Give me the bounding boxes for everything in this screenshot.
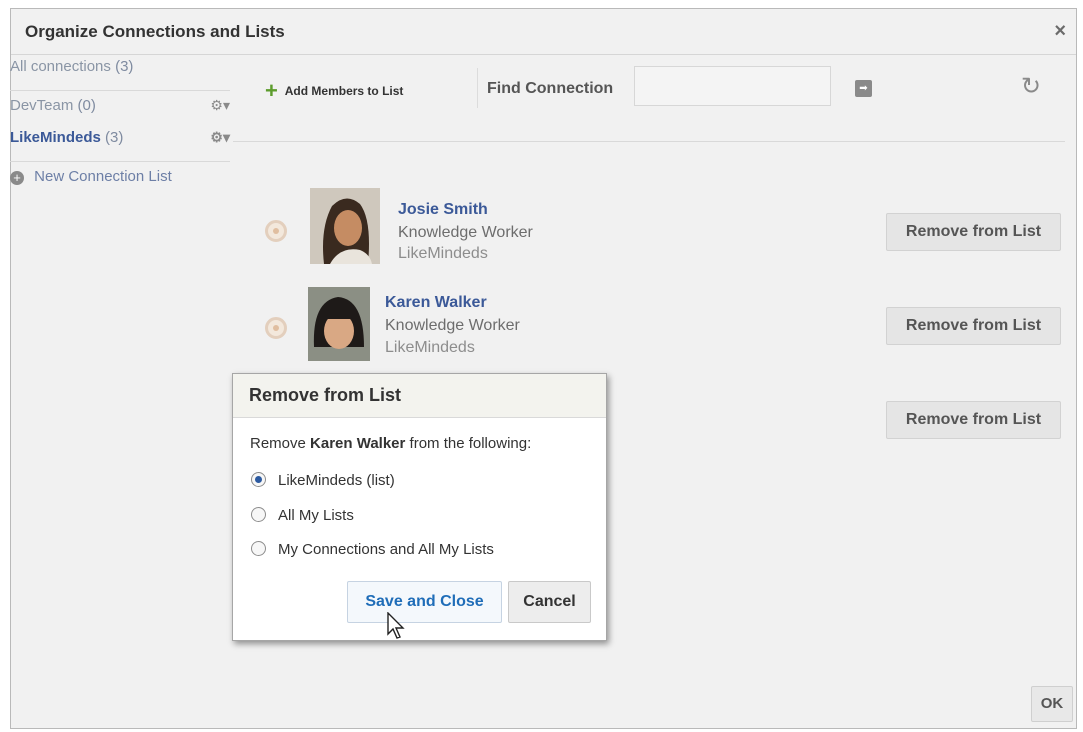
dialog-title: Organize Connections and Lists [25,22,285,41]
radio-button[interactable] [251,541,266,556]
member-role: Knowledge Worker [398,224,533,241]
mouse-pointer-icon [387,612,405,639]
member-list: LikeMindeds [385,339,475,356]
toolbar-divider-line [233,141,1065,142]
sidebar: All connections (3) DevTeam (0) ⚙▾ LikeM… [10,58,230,185]
add-icon: + [265,78,278,103]
sidebar-item-label: LikeMindeds [10,129,101,146]
sidebar-item-count: (3) [105,129,124,146]
popup-message-suffix: from the following: [409,435,532,452]
member-name[interactable]: Karen Walker [385,294,487,312]
new-connection-list-link[interactable]: + New Connection List [10,168,230,185]
sidebar-item-count: (0) [77,97,96,114]
gear-icon[interactable]: ⚙▾ [210,97,230,114]
sidebar-item-likemindeds[interactable]: LikeMindeds (3) ⚙▾ [10,129,230,161]
find-connection-label: Find Connection [487,80,614,97]
close-icon[interactable]: × [1054,20,1066,43]
new-connection-list-label: New Connection List [34,168,172,185]
option-all-my-lists[interactable]: All My Lists [251,507,354,524]
member-list: LikeMindeds [398,245,488,262]
sidebar-divider [10,161,230,162]
sidebar-item-label: DevTeam [10,97,74,114]
gear-icon[interactable]: ⚙▾ [210,129,230,146]
popup-message: Remove Karen Walker from the following: [250,435,531,452]
popup-message-prefix: Remove [250,435,306,452]
find-connection-input[interactable] [634,66,831,106]
toolbar: + Add Members to List Find Connection ➡ … [265,66,1055,110]
toolbar-divider [477,68,478,108]
remove-from-list-button[interactable]: Remove from List [886,307,1061,345]
member-role: Knowledge Worker [385,317,520,334]
remove-from-list-button[interactable]: Remove from List [886,213,1061,251]
popup-message-name: Karen Walker [310,435,406,452]
go-arrow-icon[interactable]: ➡ [855,80,872,97]
member-name[interactable]: Josie Smith [398,201,488,219]
add-members-button[interactable]: + Add Members to List [265,78,403,104]
option-likemindeds[interactable]: LikeMindeds (list) [251,472,395,489]
option-connections-and-lists[interactable]: My Connections and All My Lists [251,541,494,558]
member-row: Josie Smith Knowledge Worker LikeMindeds… [265,188,1065,272]
remove-from-list-button[interactable]: Remove from List [886,401,1061,439]
sidebar-item-all-connections[interactable]: All connections (3) [10,58,230,90]
radio-button[interactable] [251,472,266,487]
avatar [308,287,370,361]
plus-circle-icon: + [10,171,24,185]
option-label: All My Lists [278,507,354,524]
ok-button[interactable]: OK [1031,686,1073,722]
cancel-button[interactable]: Cancel [508,581,591,623]
popup-title: Remove from List [233,374,606,418]
sidebar-item-count: (3) [115,58,134,75]
add-members-label: Add Members to List [284,84,404,98]
sidebar-item-label: All connections [10,58,111,75]
sidebar-divider [10,90,230,91]
member-row: Karen Walker Knowledge Worker LikeMinded… [265,287,1065,371]
member-select-radio[interactable] [265,220,287,242]
refresh-icon[interactable]: ↻ [1021,72,1041,101]
save-and-close-button[interactable]: Save and Close [347,581,502,623]
radio-button[interactable] [251,507,266,522]
avatar [310,188,380,264]
remove-from-list-popup: Remove from List Remove Karen Walker fro… [232,373,607,641]
sidebar-item-devteam[interactable]: DevTeam (0) ⚙▾ [10,97,230,129]
option-label: My Connections and All My Lists [278,541,494,558]
member-select-radio[interactable] [265,317,287,339]
option-label: LikeMindeds (list) [278,472,395,489]
dialog-header: Organize Connections and Lists × [11,9,1076,55]
